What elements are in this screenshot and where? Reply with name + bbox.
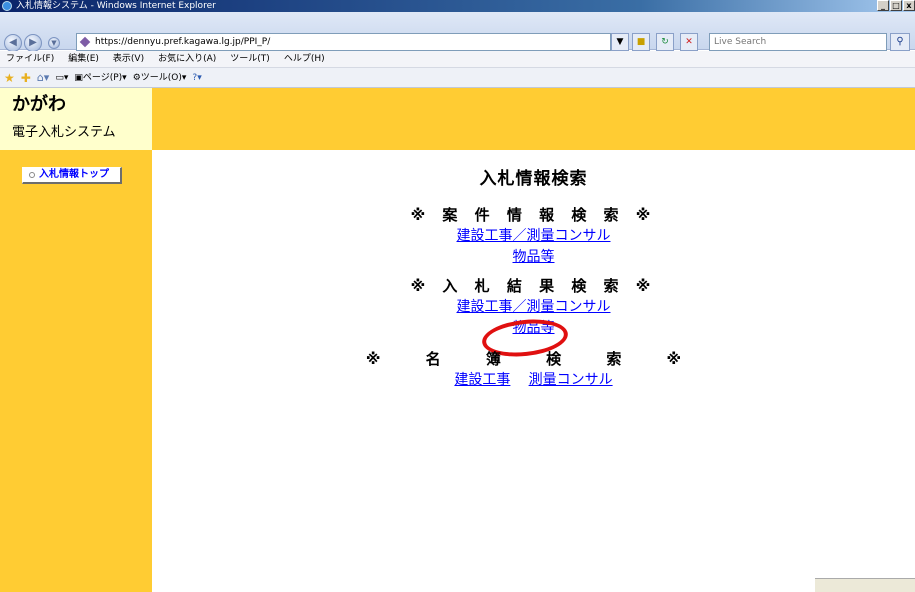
roster-construction-link[interactable]: 建設工事 xyxy=(454,371,510,390)
page-menu-label: ページ(P) xyxy=(82,72,123,83)
result-construction-link[interactable]: 建設工事／測量コンサル xyxy=(457,298,611,317)
site-logo: かがわ 電子入札システム xyxy=(0,88,152,150)
back-button[interactable]: ◀ xyxy=(4,34,22,52)
bid-info-top-button[interactable]: 入札情報トップ xyxy=(22,167,122,184)
logo-main-text: かがわ xyxy=(12,94,66,115)
case-construction-link[interactable]: 建設工事／測量コンサル xyxy=(457,227,611,246)
help-icon[interactable]: ?▾ xyxy=(192,68,201,88)
address-toolbar: ◀ ▶ ▼ https://dennyu.pref.kagawa.lg.jp/P… xyxy=(0,12,915,52)
tools-menu[interactable]: ⚙ツール(O)▾ xyxy=(133,68,187,88)
address-dropdown-icon[interactable]: ▼ xyxy=(611,33,629,51)
title-bar: 入札情報システム - Windows Internet Explorer _ □… xyxy=(0,0,915,12)
recent-pages-dropdown-icon[interactable]: ▼ xyxy=(48,37,60,49)
print-icon[interactable]: ▭▾ xyxy=(55,68,68,88)
menu-file[interactable]: ファイル(F) xyxy=(6,51,54,67)
page-title: 入札情報検索 xyxy=(479,169,588,189)
browser-window: 入札情報システム - Windows Internet Explorer _ □… xyxy=(0,0,915,592)
home-icon[interactable]: ⌂▾ xyxy=(37,68,50,88)
stop-icon[interactable]: ✕ xyxy=(680,33,698,51)
menu-bar: ファイル(F) 編集(E) 表示(V) お気に入り(A) ツール(T) ヘルプ(… xyxy=(0,51,915,68)
tools-menu-label: ツール(O) xyxy=(140,72,182,83)
roster-survey-link[interactable]: 測量コンサル xyxy=(529,371,613,390)
window-title: 入札情報システム - Windows Internet Explorer xyxy=(16,1,216,11)
maximize-button[interactable]: □ xyxy=(890,0,902,11)
roster-search-heading: ※ 名 簿 検 索 ※ xyxy=(365,350,702,368)
menu-view[interactable]: 表示(V) xyxy=(113,51,144,67)
sidebar xyxy=(0,88,152,592)
forward-button[interactable]: ▶ xyxy=(24,34,42,52)
logo-sub-text: 電子入札システム xyxy=(12,125,116,140)
bullet-icon xyxy=(29,172,35,178)
search-icon[interactable]: ⚲ xyxy=(890,33,910,51)
menu-help[interactable]: ヘルプ(H) xyxy=(284,51,325,67)
command-bar: ★ ✚ ⌂▾ ▭▾ ▣ページ(P)▾ ⚙ツール(O)▾ ?▾ xyxy=(0,68,915,88)
web-page: かがわ 電子入札システム 入札情報トップ 入札情報検索 ※ 案 件 情 報 検 … xyxy=(0,88,915,592)
favorites-star-icon[interactable]: ★ xyxy=(4,68,15,88)
roster-search-section: ※ 名 簿 検 索 ※ 建設工事 測量コンサル xyxy=(152,349,915,390)
case-search-section: ※ 案 件 情 報 検 索 ※ 建設工事／測量コンサル 物品等 xyxy=(152,205,915,267)
close-button[interactable]: x xyxy=(903,0,915,11)
ie-logo-icon xyxy=(2,1,12,11)
case-goods-link[interactable]: 物品等 xyxy=(513,248,555,267)
result-search-heading: ※ 入 札 結 果 検 索 ※ xyxy=(410,277,657,295)
site-icon xyxy=(79,36,91,48)
window-controls: _ □ x xyxy=(877,0,915,11)
main-content: 入札情報検索 ※ 案 件 情 報 検 索 ※ 建設工事／測量コンサル 物品等 ※… xyxy=(152,150,915,592)
page-menu[interactable]: ▣ページ(P)▾ xyxy=(74,68,126,88)
minimize-button[interactable]: _ xyxy=(877,0,889,11)
menu-edit[interactable]: 編集(E) xyxy=(68,51,99,67)
address-url: https://dennyu.pref.kagawa.lg.jp/PPI_P/ xyxy=(95,37,271,47)
search-input[interactable]: Live Search xyxy=(709,33,887,51)
menu-tools[interactable]: ツール(T) xyxy=(230,51,270,67)
status-bar xyxy=(815,578,915,592)
bid-info-top-label: 入札情報トップ xyxy=(39,169,109,180)
menu-favorites[interactable]: お気に入り(A) xyxy=(158,51,216,67)
refresh-icon[interactable]: ↻ xyxy=(656,33,674,51)
address-input[interactable]: https://dennyu.pref.kagawa.lg.jp/PPI_P/ xyxy=(76,33,611,51)
header-banner xyxy=(152,88,915,150)
case-search-heading: ※ 案 件 情 報 検 索 ※ xyxy=(410,206,657,224)
add-favorites-icon[interactable]: ✚ xyxy=(21,68,31,88)
lock-icon[interactable]: ■ xyxy=(632,33,650,51)
